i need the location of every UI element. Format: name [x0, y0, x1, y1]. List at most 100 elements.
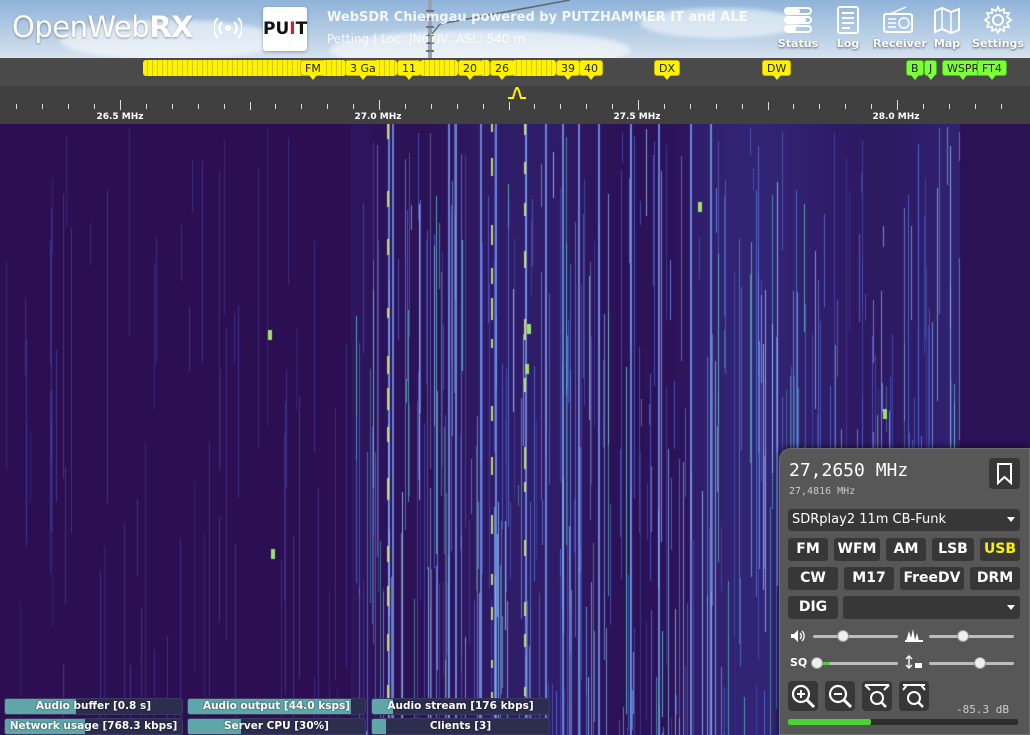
bookmark-cluster[interactable] [322, 60, 346, 76]
bookmark-bar: FM 3 Ga 11 20 26 39 40 DX DW B J WSPR FT… [0, 58, 1030, 86]
bookmark-dw[interactable]: DW [762, 60, 792, 80]
squelch-slider-knob[interactable] [811, 657, 824, 669]
bookmark-cluster[interactable] [512, 60, 556, 76]
scale-tick [275, 104, 276, 109]
nav-settings-button[interactable]: Settings [971, 4, 1025, 56]
gain-icon[interactable] [905, 655, 923, 669]
bookmark-ch26[interactable]: 26 [490, 60, 514, 80]
tuning-marker-icon[interactable] [508, 87, 526, 99]
zoom-in-button[interactable] [788, 681, 818, 711]
stat-label: Server CPU [30%] [224, 720, 329, 732]
volume-icon[interactable] [789, 629, 807, 643]
mode-am-button[interactable]: AM [886, 538, 926, 561]
volume-slider-knob[interactable] [836, 630, 849, 642]
nav-label: Status [777, 37, 819, 50]
digital-mode-select[interactable] [843, 596, 1020, 619]
antenna-background-icon [426, 0, 440, 58]
zoom-to-signal-button[interactable] [862, 681, 892, 711]
scale-tick [250, 102, 251, 110]
mode-m17-button[interactable]: M17 [844, 567, 894, 590]
bookmark-ch40[interactable]: 40 [579, 60, 603, 80]
bookmark-cluster[interactable] [375, 60, 397, 76]
profile-value: SDRplay2 11m CB-Funk [792, 512, 947, 527]
bookmark-dx[interactable]: DX [654, 60, 681, 80]
audio-buffer-bar: Audio buffer [0.8 s] [4, 698, 183, 715]
noise-reduction-slider-knob[interactable] [957, 630, 969, 642]
log-icon [837, 6, 859, 34]
bookmark-digital-j[interactable]: J [924, 60, 938, 80]
scale-tick [16, 104, 17, 109]
station-location: Petting | Loc: JN67IV, ASL: 540 m [327, 32, 526, 46]
noise-reduction-icon[interactable] [905, 628, 923, 642]
add-bookmark-button[interactable] [989, 458, 1020, 489]
bookmark-ft4[interactable]: FT4 [977, 60, 1007, 80]
s-meter [788, 719, 1018, 725]
scale-tick [793, 104, 794, 109]
frequency-display[interactable]: 27,2650 MHz [789, 460, 908, 481]
bookmark-cluster[interactable] [420, 60, 458, 76]
openwebrx-logo[interactable]: OpenWebRX [12, 10, 193, 44]
stat-label: Audio output [44.0 ksps] [202, 700, 351, 712]
stat-label: Clients [3] [429, 720, 492, 732]
bookmark-cluster[interactable] [480, 60, 490, 76]
bookmark-ch39[interactable]: 39 [556, 60, 580, 80]
zoom-full-button[interactable] [899, 681, 929, 711]
chevron-down-icon [1007, 605, 1015, 610]
station-title: WebSDR Chiemgau powered by PUTZHAMMER IT… [327, 10, 748, 25]
nav-label: Map [933, 37, 961, 50]
scale-tick [716, 104, 717, 109]
settings-icon [983, 5, 1013, 35]
scale-tick [1001, 104, 1002, 109]
mode-usb-button[interactable]: USB [980, 538, 1020, 561]
mode-dig-button[interactable]: DIG [788, 596, 838, 619]
scale-label-26-5: 26.5 MHz [96, 112, 144, 122]
audio-output-bar: Audio output [44.0 ksps] [187, 698, 366, 715]
nav-label: Receiver [873, 37, 927, 50]
mode-drm-button[interactable]: DRM [970, 567, 1020, 590]
scale-tick [612, 104, 613, 109]
scale-tick [845, 104, 846, 109]
scale-tick [68, 104, 69, 109]
gain-slider[interactable] [929, 662, 1014, 665]
nav-status-button[interactable]: Status [773, 4, 823, 56]
nav-receiver-button[interactable]: Receiver [873, 4, 927, 56]
signal-level: -85.3 dB [956, 703, 1009, 716]
scale-tick [975, 104, 976, 109]
secondary-frequency: 27,4816 MHz [789, 486, 856, 497]
status-icon [784, 7, 812, 33]
mode-lsb-button[interactable]: LSB [932, 538, 974, 561]
scale-tick [120, 100, 121, 110]
bookmark-ch20[interactable]: 20 [458, 60, 482, 80]
s-meter-fill [788, 719, 871, 725]
receiver-panel: 27,2650 MHz 27,4816 MHz SDRplay2 11m CB-… [779, 448, 1030, 735]
openwebrx-app: OpenWebRX PUIT WebSDR Chiemgau powered b… [0, 0, 1030, 735]
bookmark-ch11[interactable]: 11 [397, 60, 421, 80]
sponsor-logo-text: PU [263, 19, 290, 39]
mode-wfm-button[interactable]: WFM [834, 538, 880, 561]
gain-slider-knob[interactable] [974, 657, 986, 669]
noise-reduction-slider[interactable] [929, 635, 1014, 638]
scale-label-27-0: 27.0 MHz [354, 112, 402, 122]
zoom-out-button[interactable] [825, 681, 855, 711]
bookmark-digital-b[interactable]: B [906, 60, 924, 80]
mode-freedv-button[interactable]: FreeDV [900, 567, 964, 590]
zoom-in-icon [791, 684, 816, 709]
volume-slider[interactable] [813, 635, 898, 638]
scale-tick [457, 104, 458, 109]
scale-tick [198, 104, 199, 109]
nav-log-button[interactable]: Log [823, 4, 873, 56]
bookmark-cluster[interactable] [143, 60, 303, 76]
scale-tick [690, 104, 691, 109]
stat-label: Network usage [768.3 kbps] [9, 720, 178, 732]
profile-select[interactable]: SDRplay2 11m CB-Funk [788, 509, 1020, 531]
zoom-full-icon [902, 684, 926, 708]
mode-cw-button[interactable]: CW [788, 567, 838, 590]
mode-fm-button[interactable]: FM [788, 538, 828, 561]
sponsor-logo[interactable]: PUIT [263, 7, 307, 51]
bookmark-icon [997, 463, 1012, 486]
scale-tick [327, 104, 328, 109]
nav-label: Log [836, 37, 860, 50]
audio-stream-bar: Audio stream [176 kbps] [371, 698, 550, 715]
nav-map-button[interactable]: Map [922, 4, 972, 56]
server-cpu-bar: Server CPU [30%] [187, 718, 366, 735]
